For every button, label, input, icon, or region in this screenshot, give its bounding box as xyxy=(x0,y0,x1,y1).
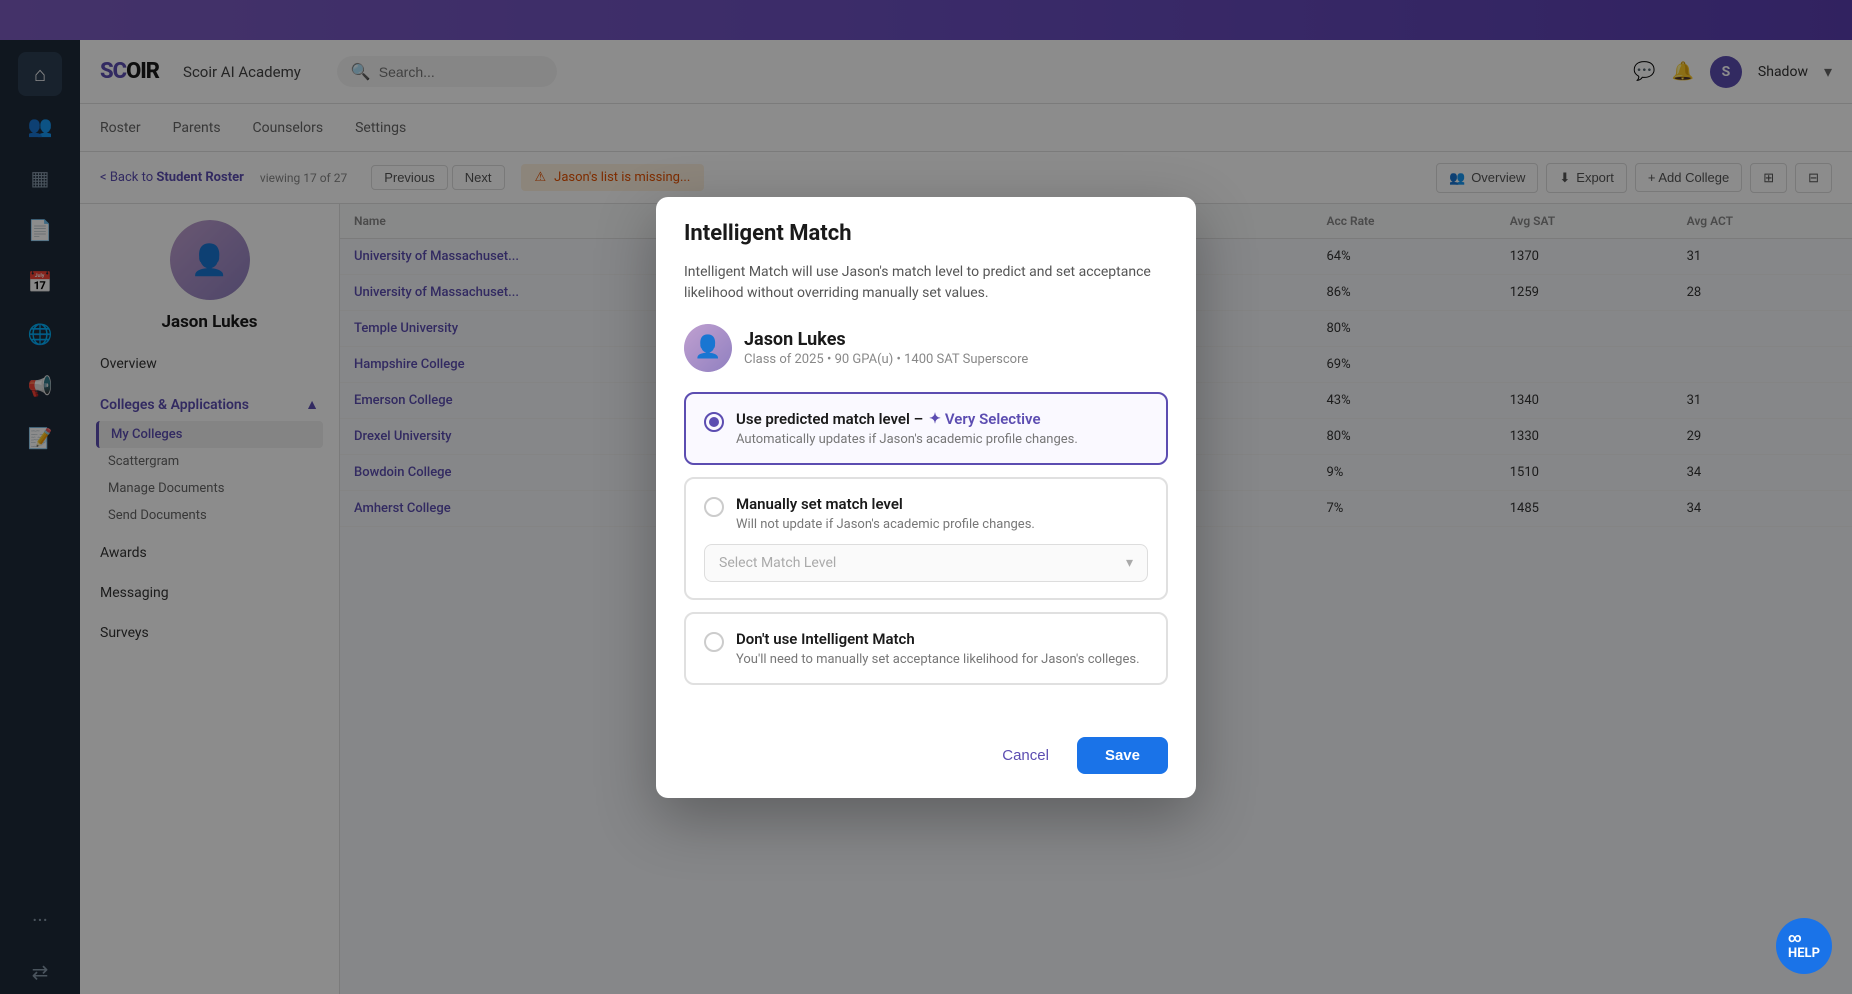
help-label: ∞HELP xyxy=(1788,931,1820,961)
option-predicted-header: Use predicted match level – ✦ Very Selec… xyxy=(704,410,1148,447)
option-none[interactable]: Don't use Intelligent Match You'll need … xyxy=(684,612,1168,685)
option-none-label: Don't use Intelligent Match xyxy=(736,630,1140,648)
modal-footer: Cancel Save xyxy=(656,721,1196,798)
modal-student-meta: Class of 2025 • 90 GPA(u) • 1400 SAT Sup… xyxy=(744,352,1028,367)
option-manual-sublabel: Will not update if Jason's academic prof… xyxy=(736,517,1035,532)
option-manual[interactable]: Manually set match level Will not update… xyxy=(684,477,1168,600)
modal-title: Intelligent Match xyxy=(684,221,1168,246)
sparkle-icon: ✦ xyxy=(929,411,941,427)
option-manual-label: Manually set match level xyxy=(736,495,1035,513)
match-type: Very Selective xyxy=(945,410,1041,428)
intelligent-match-modal: Intelligent Match Intelligent Match will… xyxy=(656,197,1196,798)
modal-header: Intelligent Match xyxy=(656,197,1196,254)
modal-student-name: Jason Lukes xyxy=(744,329,1028,350)
option-none-content: Don't use Intelligent Match You'll need … xyxy=(736,630,1140,667)
option-predicted[interactable]: Use predicted match level – ✦ Very Selec… xyxy=(684,392,1168,465)
cancel-button[interactable]: Cancel xyxy=(986,739,1065,772)
option-predicted-label: Use predicted match level – ✦ Very Selec… xyxy=(736,410,1078,428)
modal-description: Intelligent Match will use Jason's match… xyxy=(684,262,1168,304)
option-none-sublabel: You'll need to manually set acceptance l… xyxy=(736,652,1140,667)
sat: 1400 SAT Superscore xyxy=(904,352,1028,367)
modal-body: Intelligent Match will use Jason's match… xyxy=(656,254,1196,721)
help-button[interactable]: ∞HELP xyxy=(1776,918,1832,974)
radio-none[interactable] xyxy=(704,632,724,652)
modal-student-avatar: 👤 xyxy=(684,324,732,372)
option-predicted-content: Use predicted match level – ✦ Very Selec… xyxy=(736,410,1078,447)
option-manual-content: Manually set match level Will not update… xyxy=(736,495,1035,532)
class-of: Class of 2025 xyxy=(744,352,824,367)
radio-manual[interactable] xyxy=(704,497,724,517)
modal-overlay[interactable]: Intelligent Match Intelligent Match will… xyxy=(0,0,1852,994)
sep2: • xyxy=(896,352,904,367)
modal-student-info: 👤 Jason Lukes Class of 2025 • 90 GPA(u) … xyxy=(684,324,1168,372)
select-placeholder: Select Match Level xyxy=(719,555,836,571)
chevron-down-icon: ▾ xyxy=(1126,555,1133,571)
save-button[interactable]: Save xyxy=(1077,737,1168,774)
gpa: 90 GPA(u) xyxy=(835,352,894,367)
option-none-header: Don't use Intelligent Match You'll need … xyxy=(704,630,1148,667)
option-predicted-sublabel: Automatically updates if Jason's academi… xyxy=(736,432,1078,447)
radio-predicted[interactable] xyxy=(704,412,724,432)
predicted-label-text: Use predicted match level – xyxy=(736,410,923,428)
modal-student-details: Jason Lukes Class of 2025 • 90 GPA(u) • … xyxy=(744,329,1028,367)
option-manual-header: Manually set match level Will not update… xyxy=(704,495,1148,532)
select-match-level-dropdown[interactable]: Select Match Level ▾ xyxy=(704,544,1148,582)
sep1: • xyxy=(827,352,835,367)
very-selective-badge: ✦ Very Selective xyxy=(929,410,1040,428)
